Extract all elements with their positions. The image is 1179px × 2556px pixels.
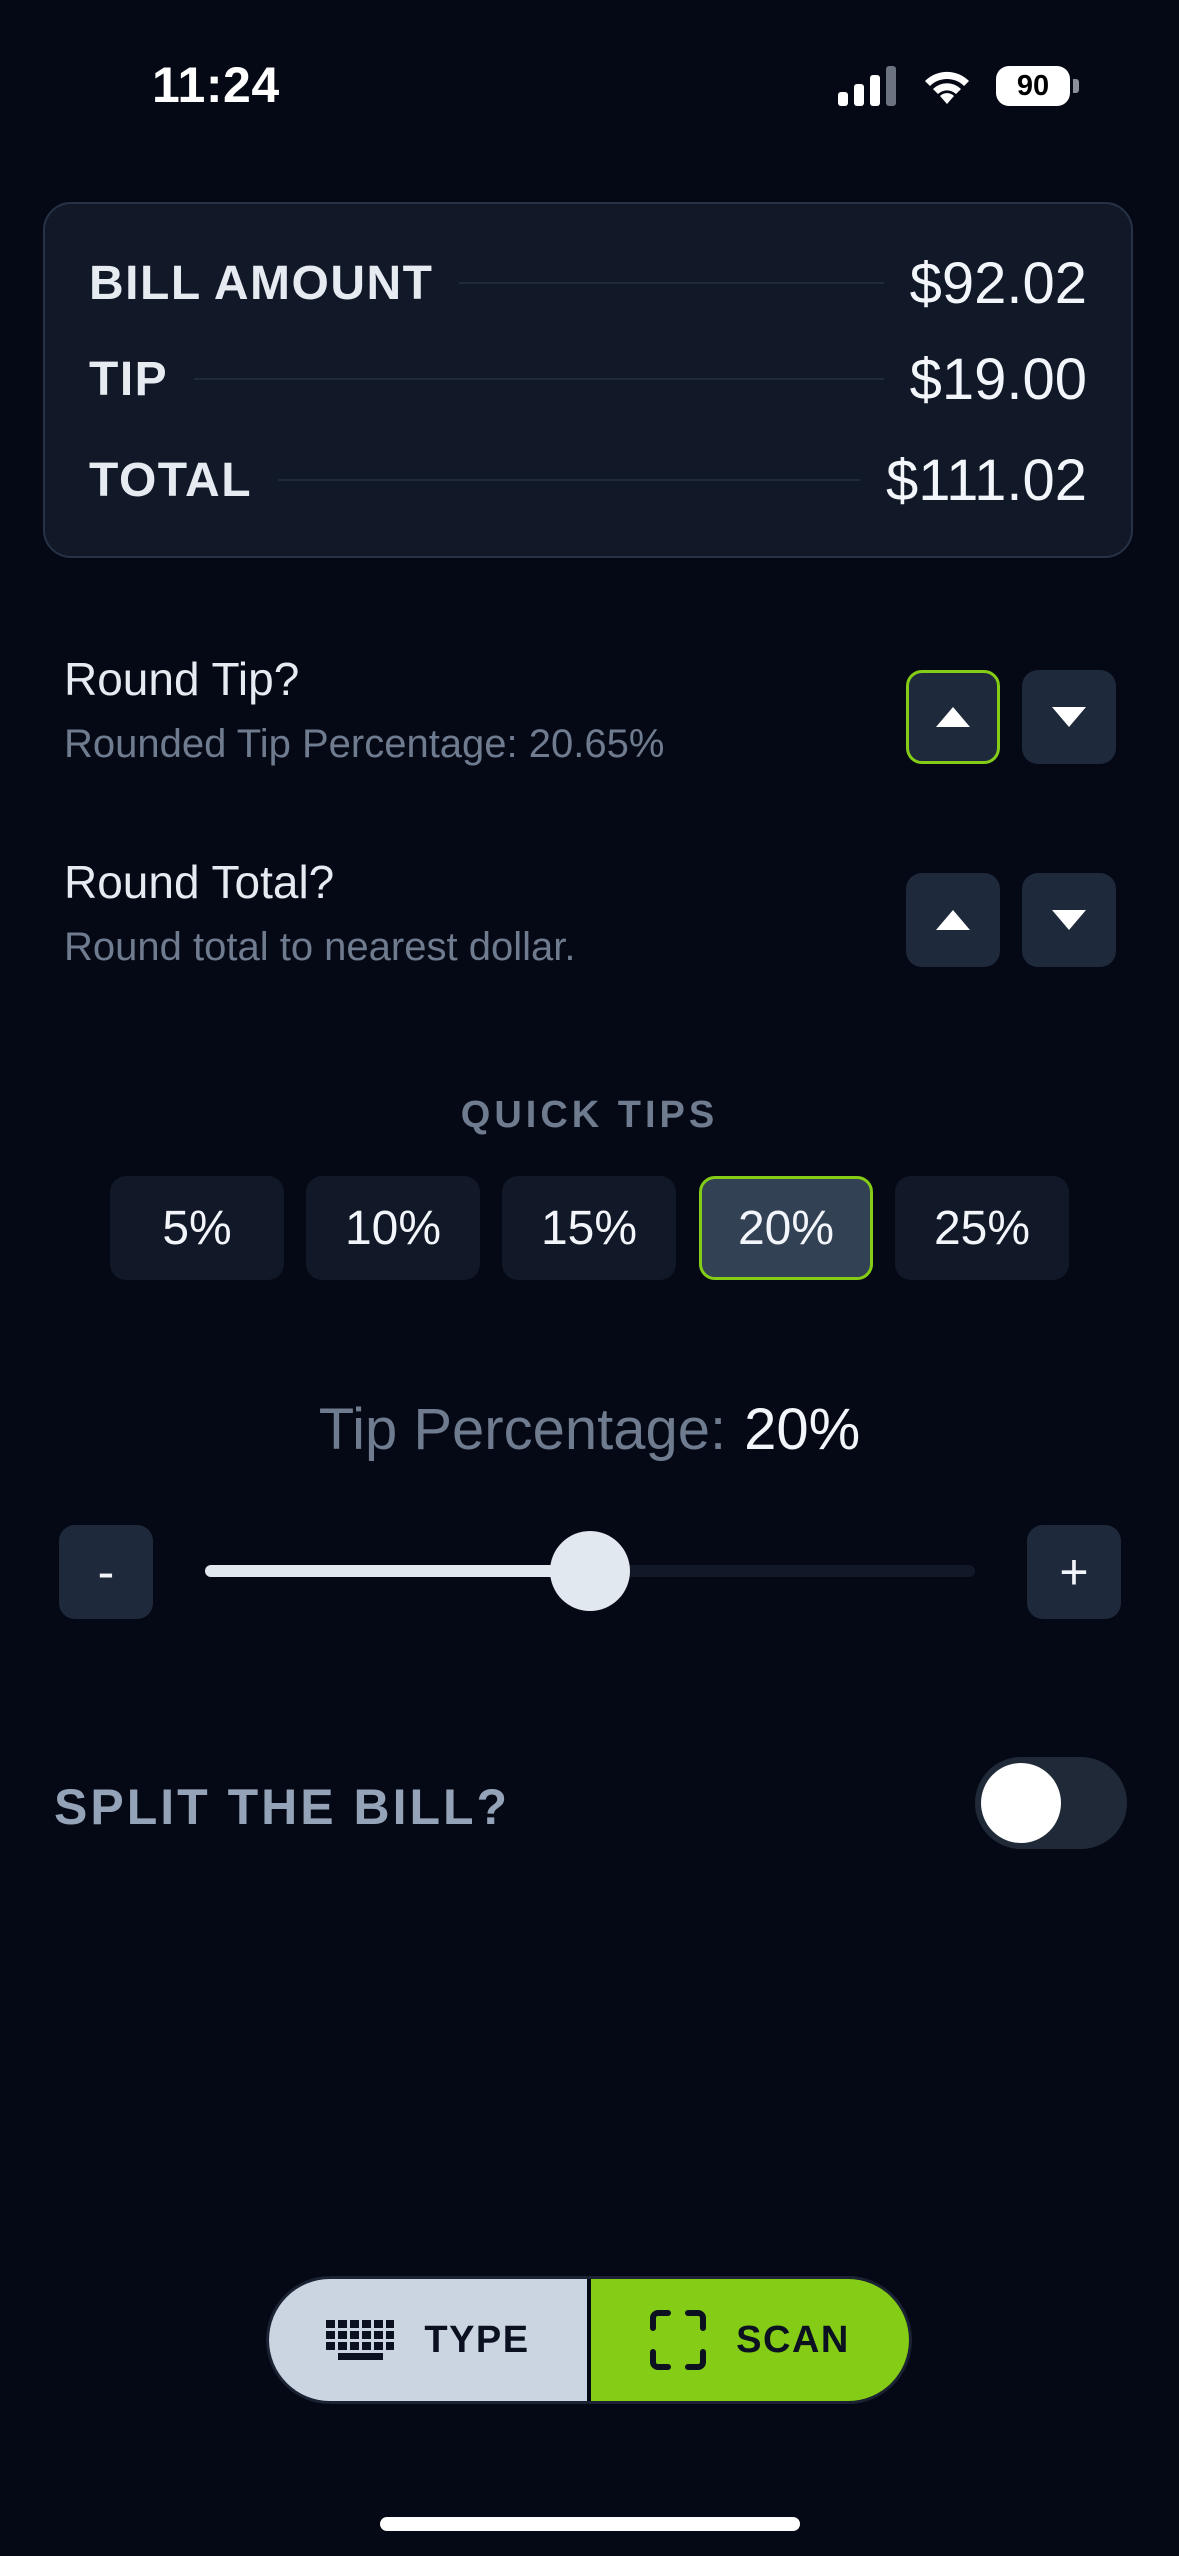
type-button-label: TYPE	[424, 2318, 530, 2361]
tip-value: $19.00	[909, 346, 1087, 412]
divider	[278, 479, 860, 481]
round-total-down-button[interactable]	[1022, 873, 1116, 967]
divider	[194, 378, 884, 380]
home-indicator	[380, 2517, 800, 2531]
round-tip-down-button[interactable]	[1022, 670, 1116, 764]
tip-slider-thumb[interactable]	[550, 1531, 630, 1611]
tip-label: TIP	[89, 352, 169, 406]
total-label: TOTAL	[89, 453, 253, 507]
split-bill-label: SPLIT THE BILL?	[54, 1779, 511, 1835]
quick-tip-25-button[interactable]: 25%	[895, 1176, 1069, 1280]
caret-down-icon	[1052, 707, 1086, 727]
bill-amount-label: BILL AMOUNT	[89, 256, 434, 310]
scan-button-label: SCAN	[736, 2318, 850, 2361]
scan-frame-icon	[650, 2310, 707, 2370]
bill-amount-value[interactable]: $92.02	[910, 250, 1087, 317]
caret-up-icon	[936, 707, 970, 727]
caret-up-icon	[936, 910, 970, 930]
keyboard-icon	[326, 2320, 395, 2360]
battery-icon: 90	[996, 66, 1070, 106]
decrease-tip-button[interactable]: -	[59, 1525, 153, 1619]
status-time: 11:24	[152, 57, 280, 113]
total-value: $111.02	[885, 447, 1087, 513]
round-total-up-button[interactable]	[906, 873, 1000, 967]
tip-slider-fill	[205, 1565, 590, 1577]
tip-percentage-display: Tip Percentage: 20%	[0, 1396, 1179, 1463]
bill-amount-row: BILL AMOUNT $92.02	[89, 248, 1087, 318]
quick-tip-10-button[interactable]: 10%	[306, 1176, 480, 1280]
cellular-signal-icon	[838, 66, 896, 106]
scan-button[interactable]: SCAN	[591, 2279, 909, 2401]
type-button[interactable]: TYPE	[269, 2279, 591, 2401]
divider	[459, 282, 884, 284]
input-mode-segment: TYPE SCAN	[266, 2276, 912, 2404]
caret-down-icon	[1052, 910, 1086, 930]
battery-indicator: 90	[996, 66, 1079, 106]
battery-tip	[1073, 79, 1079, 93]
wifi-icon	[925, 71, 969, 104]
quick-tip-20-button[interactable]: 20%	[699, 1176, 873, 1280]
tip-calculator-screen: 11:24 90 BILL AMOUNT $92.02 TIP $19.00 T…	[0, 0, 1179, 2556]
tip-percentage-value: 20%	[744, 1397, 861, 1462]
quick-tip-5-button[interactable]: 5%	[110, 1176, 284, 1280]
tip-slider[interactable]	[205, 1531, 975, 1611]
bill-summary-card: BILL AMOUNT $92.02 TIP $19.00 TOTAL $111…	[43, 202, 1133, 558]
round-tip-up-button[interactable]	[906, 670, 1000, 764]
toggle-knob	[981, 1763, 1061, 1843]
total-row: TOTAL $111.02	[89, 445, 1087, 515]
quick-tips-title: QUICK TIPS	[460, 1094, 719, 1136]
tip-percentage-label: Tip Percentage:	[318, 1397, 727, 1462]
increase-tip-button[interactable]: +	[1027, 1525, 1121, 1619]
quick-tip-15-button[interactable]: 15%	[502, 1176, 676, 1280]
tip-row: TIP $19.00	[89, 344, 1087, 414]
status-icons: 90	[838, 66, 1079, 106]
battery-level: 90	[1016, 69, 1050, 102]
split-bill-toggle[interactable]	[975, 1757, 1127, 1849]
